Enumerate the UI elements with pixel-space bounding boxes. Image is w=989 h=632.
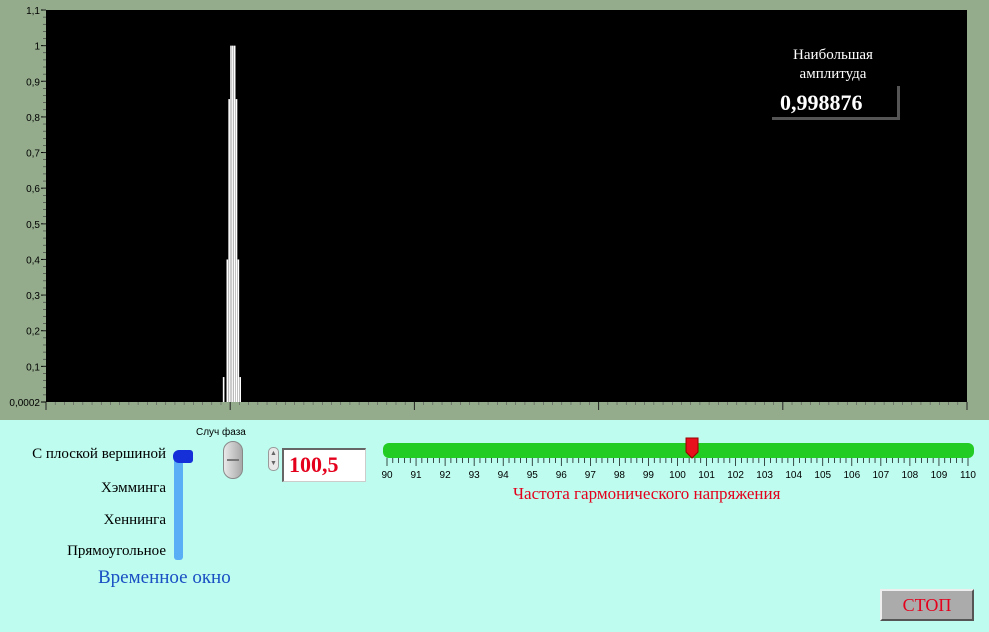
- window-option-hamming[interactable]: Хэмминга: [101, 480, 166, 497]
- max-amplitude-label: Наибольшая амплитуда: [793, 47, 873, 82]
- stop-button[interactable]: СТОП: [880, 589, 974, 621]
- frequency-tick-label: 91: [410, 470, 422, 481]
- frequency-tick-label: 97: [585, 470, 597, 481]
- y-tick-label: 0,5: [26, 220, 40, 231]
- frequency-tick-label: 93: [469, 470, 481, 481]
- spectrum-chart-frame: 1,1 1 0,9 0,8 0,7 0,6 0,5 0,4 0,3 0,2 0,1 0,0002 На…: [0, 0, 989, 420]
- frequency-tick-label: 104: [785, 470, 802, 481]
- random-phase-toggle[interactable]: [223, 441, 243, 479]
- window-option-hanning[interactable]: Хеннинга: [104, 512, 166, 529]
- frequency-tick-label: 105: [814, 470, 831, 481]
- spectrum-bar: [226, 259, 229, 402]
- frequency-tick-label: 110: [960, 470, 976, 481]
- y-tick-label: 0,2: [26, 327, 40, 338]
- spectrum-bar: [237, 259, 240, 402]
- spectrum-bar: [222, 377, 225, 402]
- frequency-tick-label: 109: [931, 470, 948, 481]
- frequency-tick-label: 107: [873, 470, 890, 481]
- y-tick-label: 0,1: [26, 362, 40, 373]
- frequency-slider-title: Частота гармонического напряжения: [513, 484, 781, 503]
- y-tick-label: 0,7: [26, 149, 40, 160]
- frequency-tick-label: 102: [727, 470, 744, 481]
- spectrum-bar: [232, 45, 234, 403]
- random-phase-label: Случ фаза: [196, 427, 246, 438]
- frequency-tick-label: 99: [643, 470, 655, 481]
- frequency-tick-label: 90: [381, 470, 393, 481]
- window-slider-track[interactable]: [174, 455, 183, 560]
- frequency-tick-label: 94: [498, 470, 510, 481]
- spectrum-bar: [233, 45, 236, 403]
- frequency-tick-label: 106: [843, 470, 860, 481]
- y-tick-label: 0,4: [26, 255, 40, 266]
- frequency-spinner-icon[interactable]: ▲ ▼: [268, 447, 279, 471]
- spectrum-bar: [230, 45, 232, 403]
- window-slider-knob[interactable]: [173, 450, 193, 463]
- y-tick-label: 0,3: [26, 291, 40, 302]
- window-option-rectangular[interactable]: Прямоугольное: [67, 543, 166, 560]
- max-amplitude-value: 0,998876: [780, 90, 863, 115]
- window-title: Временное окно: [98, 567, 231, 588]
- y-tick-label: 0,8: [26, 113, 40, 124]
- frequency-tick-label: 98: [614, 470, 626, 481]
- y-tick-label: 0,0002: [9, 398, 40, 409]
- y-tick-label: 0,9: [26, 77, 40, 88]
- frequency-tick-label: 100: [669, 470, 686, 481]
- frequency-tick-label: 96: [556, 470, 568, 481]
- frequency-tick-label: 108: [902, 470, 919, 481]
- y-tick-label: 1,1: [26, 6, 40, 17]
- y-tick-label: 1: [34, 42, 40, 53]
- spectrum-bar: [235, 99, 238, 402]
- frequency-tick-label: 95: [527, 470, 539, 481]
- spectrum-bar: [228, 99, 230, 402]
- window-option-flat-top[interactable]: С плоской вершиной: [32, 446, 166, 463]
- frequency-slider-track[interactable]: [383, 443, 974, 458]
- frequency-tick-label: 101: [698, 470, 715, 481]
- frequency-input[interactable]: 100,5: [282, 448, 366, 482]
- spectrum-bar: [239, 377, 242, 402]
- frequency-tick-label: 103: [756, 470, 773, 481]
- frequency-tick-label: 92: [440, 470, 452, 481]
- frequency-slider[interactable]: 90 91 92 93 94 95 96 97 98 99 100 101 102 103 104 105 10…: [378, 436, 978, 482]
- y-tick-label: 0,6: [26, 184, 40, 195]
